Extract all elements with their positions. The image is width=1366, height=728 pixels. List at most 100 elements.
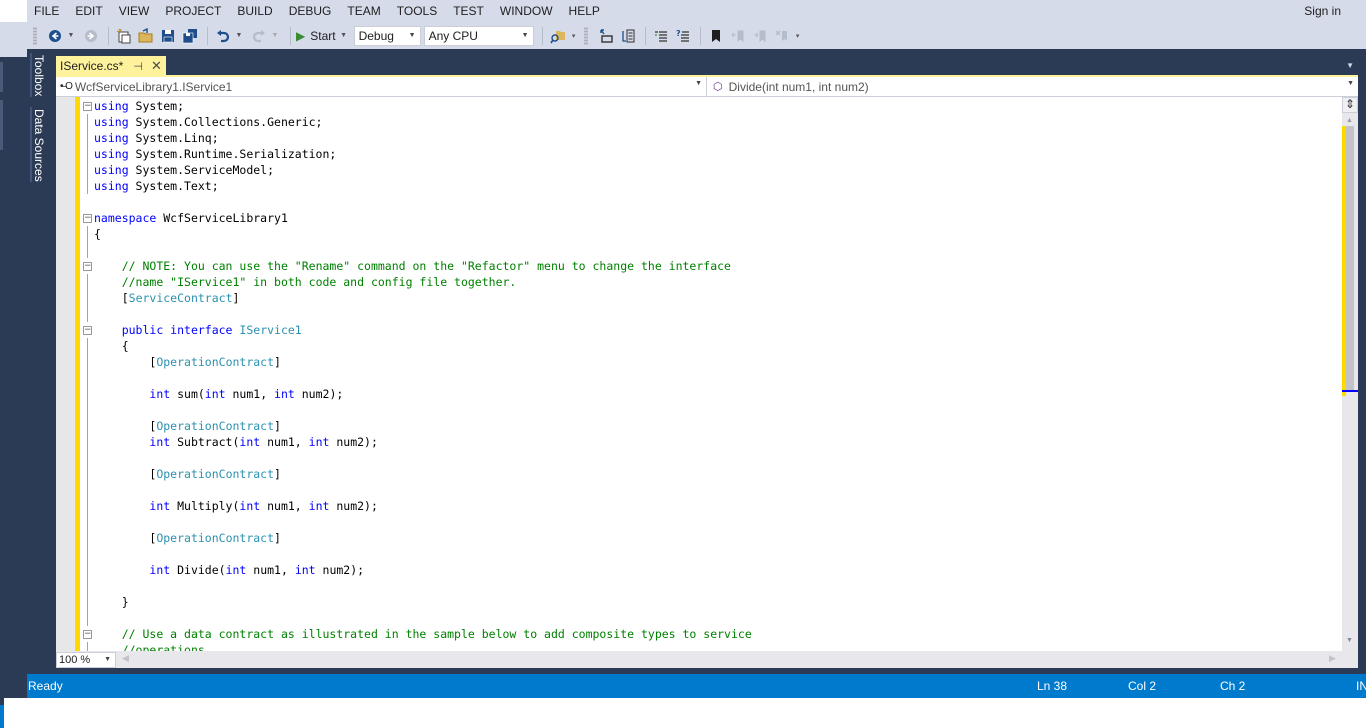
menu-view[interactable]: VIEW [111, 0, 158, 22]
code-line[interactable]: using System.Linq; [80, 130, 1342, 146]
code-lines[interactable]: −using System;using System.Collections.G… [80, 98, 1342, 651]
close-icon[interactable]: ✕ [151, 58, 162, 74]
code-line[interactable]: int Subtract(int num1, int num2); [80, 434, 1342, 450]
code-line[interactable]: { [80, 338, 1342, 354]
code-line[interactable] [80, 370, 1342, 386]
code-line[interactable]: −using System; [80, 98, 1342, 114]
collapse-region-icon[interactable]: − [83, 630, 92, 639]
find-in-files-icon[interactable] [548, 26, 568, 46]
tab-overflow-dropdown-icon[interactable]: ▼ [1346, 61, 1354, 70]
toolbar-overflow[interactable]: ▾ [794, 32, 802, 40]
zoom-level-select[interactable]: 100 % ▼ [56, 652, 116, 668]
code-line[interactable] [80, 578, 1342, 594]
start-debugging-button[interactable]: ▶ Start [296, 29, 336, 43]
navigate-back-icon[interactable] [45, 26, 65, 46]
scroll-left-icon[interactable]: ◀ [122, 653, 129, 664]
document-tab-iservice[interactable]: IService.cs* ⊣ ✕ [56, 56, 166, 76]
comment-lines-icon[interactable] [651, 26, 671, 46]
toolbar-grip[interactable] [33, 27, 37, 45]
menu-team[interactable]: TEAM [339, 0, 388, 22]
code-line[interactable]: //name "IService1" in both code and conf… [80, 274, 1342, 290]
code-line[interactable]: −namespace WcfServiceLibrary1 [80, 210, 1342, 226]
redo-dropdown[interactable]: ▼ [271, 32, 279, 39]
data-sources-tab[interactable]: Data Sources [32, 109, 46, 182]
toolbar-grip[interactable] [584, 27, 588, 45]
solution-platform-select[interactable]: Any CPU ▼ [424, 26, 534, 46]
pin-icon[interactable]: ⊣ [133, 60, 143, 73]
toolbar-overflow[interactable]: ▾ [570, 32, 578, 40]
uncomment-lines-icon[interactable]: ? [673, 26, 693, 46]
solution-explorer-icon[interactable] [618, 26, 638, 46]
code-line[interactable]: int sum(int num1, int num2); [80, 386, 1342, 402]
save-icon[interactable] [158, 26, 178, 46]
code-token: num1, [267, 435, 309, 449]
code-line[interactable] [80, 514, 1342, 530]
code-line[interactable]: [OperationContract] [80, 466, 1342, 482]
menu-build[interactable]: BUILD [229, 0, 280, 22]
scroll-down-icon[interactable]: ▼ [1346, 637, 1353, 644]
undo-dropdown[interactable]: ▼ [235, 32, 243, 39]
code-line[interactable]: using System.Text; [80, 178, 1342, 194]
code-line[interactable]: using System.ServiceModel; [80, 162, 1342, 178]
code-line[interactable]: [ServiceContract] [80, 290, 1342, 306]
sign-in-link[interactable]: Sign in [1304, 4, 1341, 18]
navigate-back-dropdown[interactable]: ▼ [67, 32, 75, 39]
code-line[interactable] [80, 546, 1342, 562]
scroll-up-icon[interactable]: ▲ [1346, 117, 1353, 124]
code-line[interactable] [80, 610, 1342, 626]
new-project-icon[interactable] [114, 26, 134, 46]
menu-file[interactable]: FILE [27, 0, 67, 22]
toolbox-tab[interactable]: Toolbox [32, 55, 46, 96]
menu-project[interactable]: PROJECT [157, 0, 229, 22]
redo-icon[interactable] [249, 26, 269, 46]
code-line[interactable] [80, 402, 1342, 418]
navigate-forward-icon[interactable] [81, 26, 101, 46]
code-editor[interactable]: −using System;using System.Collections.G… [56, 97, 1342, 651]
code-line[interactable]: − // NOTE: You can use the "Rename" comm… [80, 258, 1342, 274]
horizontal-scrollbar[interactable]: 100 % ▼ ◀ ▶ [56, 651, 1358, 668]
code-line[interactable]: int Multiply(int num1, int num2); [80, 498, 1342, 514]
code-line[interactable] [80, 482, 1342, 498]
open-file-icon[interactable] [136, 26, 156, 46]
code-line[interactable] [80, 194, 1342, 210]
step-into-specific-icon[interactable] [596, 26, 616, 46]
code-line[interactable]: − // Use a data contract as illustrated … [80, 626, 1342, 642]
collapse-region-icon[interactable]: − [83, 214, 92, 223]
menu-test[interactable]: TEST [445, 0, 492, 22]
code-line[interactable]: [OperationContract] [80, 418, 1342, 434]
menu-window[interactable]: WINDOW [492, 0, 561, 22]
menu-edit[interactable]: EDIT [67, 0, 110, 22]
member-selector[interactable]: ⬡ Divide(int num1, int num2) ▼ [707, 77, 1358, 96]
save-all-icon[interactable] [180, 26, 200, 46]
menu-help[interactable]: HELP [561, 0, 608, 22]
code-line[interactable]: } [80, 594, 1342, 610]
code-line[interactable]: [OperationContract] [80, 354, 1342, 370]
menu-tools[interactable]: TOOLS [389, 0, 445, 22]
code-line[interactable] [80, 242, 1342, 258]
split-window-icon[interactable]: ⇕ [1342, 97, 1358, 113]
collapse-region-icon[interactable]: − [83, 326, 92, 335]
code-line[interactable] [80, 306, 1342, 322]
previous-bookmark-icon[interactable] [728, 26, 748, 46]
code-line[interactable]: int Divide(int num1, int num2); [80, 562, 1342, 578]
undo-icon[interactable] [213, 26, 233, 46]
collapse-region-icon[interactable]: − [83, 262, 92, 271]
scroll-thumb[interactable] [1346, 126, 1354, 391]
start-dropdown[interactable]: ▼ [340, 32, 348, 39]
vertical-scrollbar[interactable]: ⇕ ▲ ▼ [1342, 97, 1358, 651]
code-line[interactable]: using System.Collections.Generic; [80, 114, 1342, 130]
menu-debug[interactable]: DEBUG [281, 0, 340, 22]
code-line[interactable]: using System.Runtime.Serialization; [80, 146, 1342, 162]
code-line[interactable] [80, 450, 1342, 466]
collapse-region-icon[interactable]: − [83, 102, 92, 111]
next-bookmark-icon[interactable] [750, 26, 770, 46]
code-line[interactable]: [OperationContract] [80, 530, 1342, 546]
code-line[interactable]: − public interface IService1 [80, 322, 1342, 338]
solution-configuration-select[interactable]: Debug ▼ [354, 26, 421, 46]
code-line[interactable]: { [80, 226, 1342, 242]
clear-bookmarks-icon[interactable] [772, 26, 792, 46]
scroll-right-icon[interactable]: ▶ [1329, 653, 1336, 664]
bookmark-icon[interactable] [706, 26, 726, 46]
type-selector[interactable]: •‒O WcfServiceLibrary1.IService1 ▼ [56, 77, 707, 96]
code-line[interactable]: //operations. [80, 642, 1342, 651]
